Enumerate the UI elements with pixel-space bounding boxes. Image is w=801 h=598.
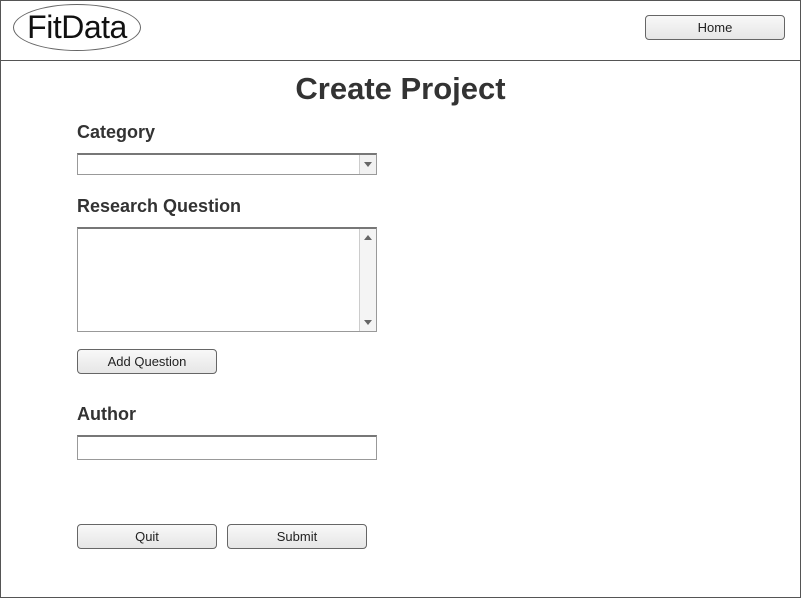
dropdown-arrow-button[interactable] — [359, 155, 376, 174]
textarea-scrollbar[interactable] — [359, 229, 376, 331]
research-question-textarea[interactable] — [77, 227, 377, 332]
scroll-up-icon[interactable] — [364, 235, 372, 240]
research-question-label: Research Question — [77, 196, 242, 216]
submit-button[interactable]: Submit — [227, 524, 367, 549]
add-question-button[interactable]: Add Question — [77, 349, 217, 374]
app-window: FitData Home Create Project Category Res… — [0, 0, 801, 598]
category-label: Category — [77, 122, 156, 142]
home-button[interactable]: Home — [645, 15, 785, 40]
quit-button[interactable]: Quit — [77, 524, 217, 549]
page-title: Create Project — [295, 71, 506, 106]
chevron-down-icon — [364, 162, 372, 167]
author-input[interactable] — [77, 435, 377, 460]
header-bar: FitData Home — [1, 1, 800, 61]
author-label: Author — [77, 404, 136, 424]
fitdata-logo: FitData — [13, 4, 141, 51]
scroll-down-icon[interactable] — [364, 320, 372, 325]
category-select[interactable] — [77, 153, 377, 175]
